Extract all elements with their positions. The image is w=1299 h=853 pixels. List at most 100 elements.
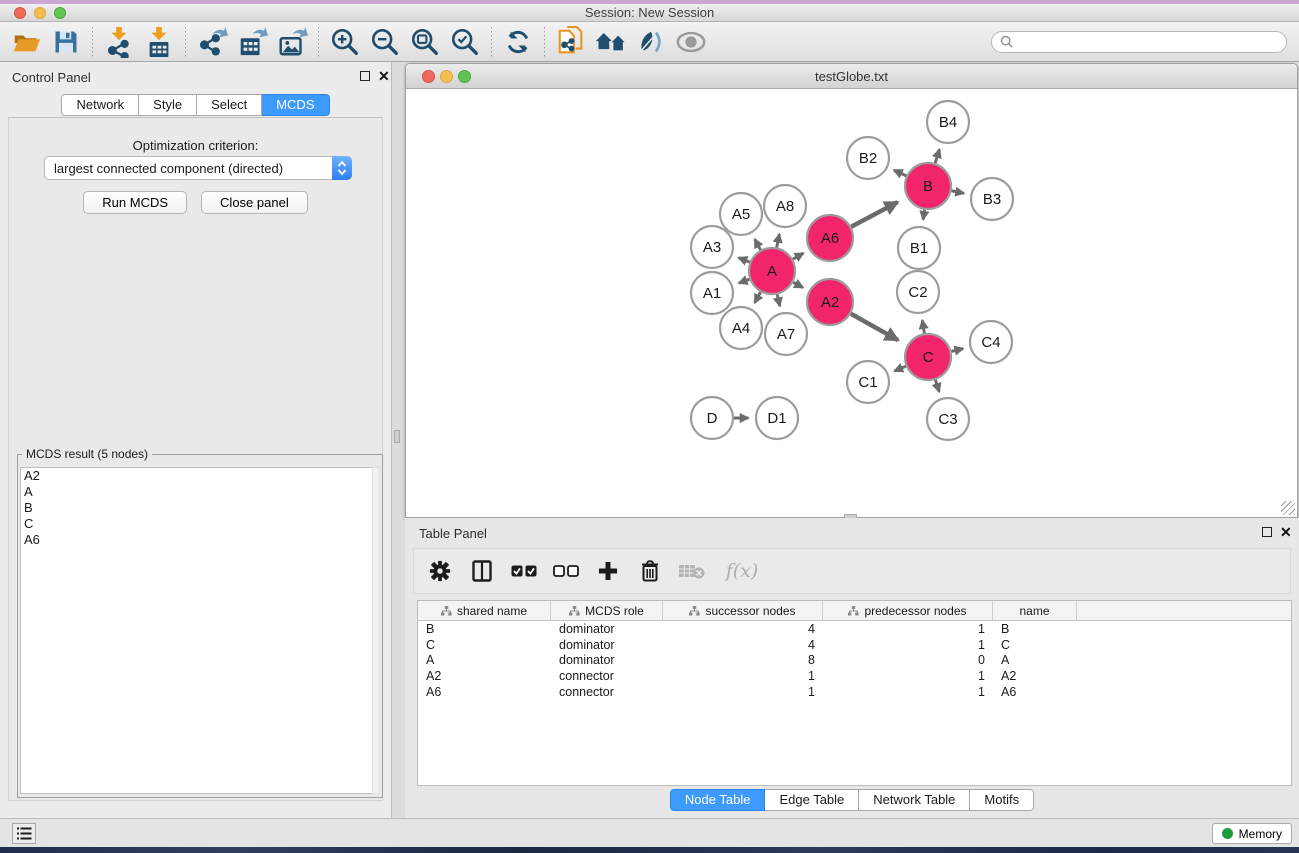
maximize-network-button[interactable] bbox=[458, 70, 471, 83]
table-cell[interactable]: B bbox=[418, 622, 551, 636]
birds-eye-view-button[interactable] bbox=[671, 24, 711, 60]
column-layout-button[interactable] bbox=[468, 555, 496, 587]
table-cell[interactable]: connector bbox=[551, 669, 663, 683]
table-cell[interactable]: A bbox=[418, 653, 551, 667]
edge-B-B2[interactable] bbox=[894, 170, 906, 176]
network-from-selection-button[interactable] bbox=[551, 24, 591, 60]
export-table-button[interactable] bbox=[232, 24, 272, 60]
graph-node-A5[interactable]: A5 bbox=[720, 193, 762, 235]
column-header-MCDS-role[interactable]: MCDS role bbox=[551, 601, 663, 620]
tab-mcds[interactable]: MCDS bbox=[262, 94, 329, 116]
import-network-button[interactable] bbox=[99, 24, 139, 60]
close-window-button[interactable] bbox=[14, 7, 26, 19]
float-panel-icon[interactable] bbox=[360, 71, 370, 81]
graph-node-D[interactable]: D bbox=[691, 397, 733, 439]
export-network-button[interactable] bbox=[192, 24, 232, 60]
mcds-result-item[interactable]: C bbox=[21, 516, 373, 532]
memory-button[interactable]: Memory bbox=[1212, 823, 1292, 844]
graph-node-C[interactable]: C bbox=[905, 334, 951, 380]
deselect-all-rows-button[interactable] bbox=[552, 555, 580, 587]
task-history-button[interactable] bbox=[12, 823, 36, 844]
float-table-panel-icon[interactable] bbox=[1262, 527, 1272, 537]
minimize-window-button[interactable] bbox=[34, 7, 46, 19]
edge-B-B3[interactable] bbox=[952, 191, 964, 194]
function-builder-button[interactable]: f(x) bbox=[720, 555, 764, 587]
table-row[interactable]: Cdominator41C bbox=[418, 637, 1291, 653]
graph-node-B1[interactable]: B1 bbox=[898, 227, 940, 269]
table-cell[interactable]: 1 bbox=[663, 685, 823, 699]
table-cell[interactable]: C bbox=[418, 638, 551, 652]
graph-node-B2[interactable]: B2 bbox=[847, 137, 889, 179]
zoom-in-button[interactable] bbox=[325, 24, 365, 60]
tab-motifs[interactable]: Motifs bbox=[970, 789, 1034, 811]
tab-style[interactable]: Style bbox=[139, 94, 197, 116]
open-session-button[interactable] bbox=[6, 24, 46, 60]
edge-A-A5[interactable] bbox=[755, 239, 761, 250]
window-resize-grip[interactable] bbox=[1281, 501, 1295, 515]
graph-node-C1[interactable]: C1 bbox=[847, 361, 889, 403]
edge-A-A3[interactable] bbox=[739, 258, 750, 262]
table-cell[interactable]: 4 bbox=[663, 622, 823, 636]
zoom-fit-button[interactable] bbox=[405, 24, 445, 60]
graph-node-A[interactable]: A bbox=[749, 248, 795, 294]
edge-C-C2[interactable] bbox=[922, 320, 924, 333]
table-cell[interactable]: B bbox=[993, 622, 1077, 636]
select-all-rows-button[interactable] bbox=[510, 555, 538, 587]
graph-node-A8[interactable]: A8 bbox=[764, 185, 806, 227]
table-cell[interactable]: A6 bbox=[993, 685, 1077, 699]
delete-table-button[interactable] bbox=[678, 555, 706, 587]
table-cell[interactable]: dominator bbox=[551, 622, 663, 636]
close-panel-icon[interactable]: ✕ bbox=[378, 71, 390, 81]
mcds-result-item[interactable]: A6 bbox=[21, 532, 373, 548]
graph-node-A2[interactable]: A2 bbox=[807, 279, 853, 325]
close-table-panel-icon[interactable]: ✕ bbox=[1280, 527, 1292, 537]
tab-select[interactable]: Select bbox=[197, 94, 262, 116]
table-cell[interactable]: 1 bbox=[663, 669, 823, 683]
edge-B-B1[interactable] bbox=[923, 210, 924, 220]
table-cell[interactable]: A2 bbox=[993, 669, 1077, 683]
edge-A6-B[interactable] bbox=[851, 202, 897, 227]
edge-B-B4[interactable] bbox=[935, 149, 939, 163]
edge-A2-C[interactable] bbox=[851, 314, 898, 340]
mcds-result-item[interactable]: A bbox=[21, 484, 373, 500]
edge-C-C4[interactable] bbox=[951, 349, 963, 352]
tab-node-table[interactable]: Node Table bbox=[670, 789, 766, 811]
mcds-result-item[interactable]: B bbox=[21, 500, 373, 516]
vertical-splitter-handle[interactable] bbox=[394, 430, 400, 443]
graph-node-B3[interactable]: B3 bbox=[971, 178, 1013, 220]
search-input[interactable] bbox=[1014, 35, 1278, 49]
column-header-predecessor-nodes[interactable]: predecessor nodes bbox=[823, 601, 993, 620]
edge-A-A6[interactable] bbox=[793, 253, 804, 259]
table-cell[interactable]: 1 bbox=[823, 685, 993, 699]
run-mcds-button[interactable]: Run MCDS bbox=[83, 191, 187, 214]
table-cell[interactable]: C bbox=[993, 638, 1077, 652]
first-neighbors-button[interactable] bbox=[591, 24, 631, 60]
delete-column-button[interactable] bbox=[636, 555, 664, 587]
graph-node-D1[interactable]: D1 bbox=[756, 397, 798, 439]
edge-A-A7[interactable] bbox=[777, 294, 780, 306]
table-cell[interactable]: 1 bbox=[823, 622, 993, 636]
export-image-button[interactable] bbox=[272, 24, 312, 60]
table-cell[interactable]: dominator bbox=[551, 638, 663, 652]
column-header-name[interactable]: name bbox=[993, 601, 1077, 620]
table-cell[interactable]: 1 bbox=[823, 669, 993, 683]
table-settings-button[interactable] bbox=[426, 555, 454, 587]
close-network-button[interactable] bbox=[422, 70, 435, 83]
edge-C-C3[interactable] bbox=[935, 380, 939, 392]
table-row[interactable]: Bdominator41B bbox=[418, 621, 1291, 637]
mcds-list-scrollbar[interactable] bbox=[372, 467, 380, 794]
edge-A-A2[interactable] bbox=[793, 282, 803, 287]
mcds-result-item[interactable]: A2 bbox=[21, 468, 373, 484]
graph-node-C3[interactable]: C3 bbox=[927, 398, 969, 440]
table-cell[interactable]: A bbox=[993, 653, 1077, 667]
graph-node-B4[interactable]: B4 bbox=[927, 101, 969, 143]
table-cell[interactable]: A6 bbox=[418, 685, 551, 699]
graph-node-A4[interactable]: A4 bbox=[720, 307, 762, 349]
table-row[interactable]: Adominator80A bbox=[418, 653, 1291, 669]
close-panel-button[interactable]: Close panel bbox=[201, 191, 308, 214]
import-table-button[interactable] bbox=[139, 24, 179, 60]
graph-node-A6[interactable]: A6 bbox=[807, 215, 853, 261]
tab-network-table[interactable]: Network Table bbox=[859, 789, 970, 811]
zoom-out-button[interactable] bbox=[365, 24, 405, 60]
graphics-details-button[interactable] bbox=[631, 24, 671, 60]
